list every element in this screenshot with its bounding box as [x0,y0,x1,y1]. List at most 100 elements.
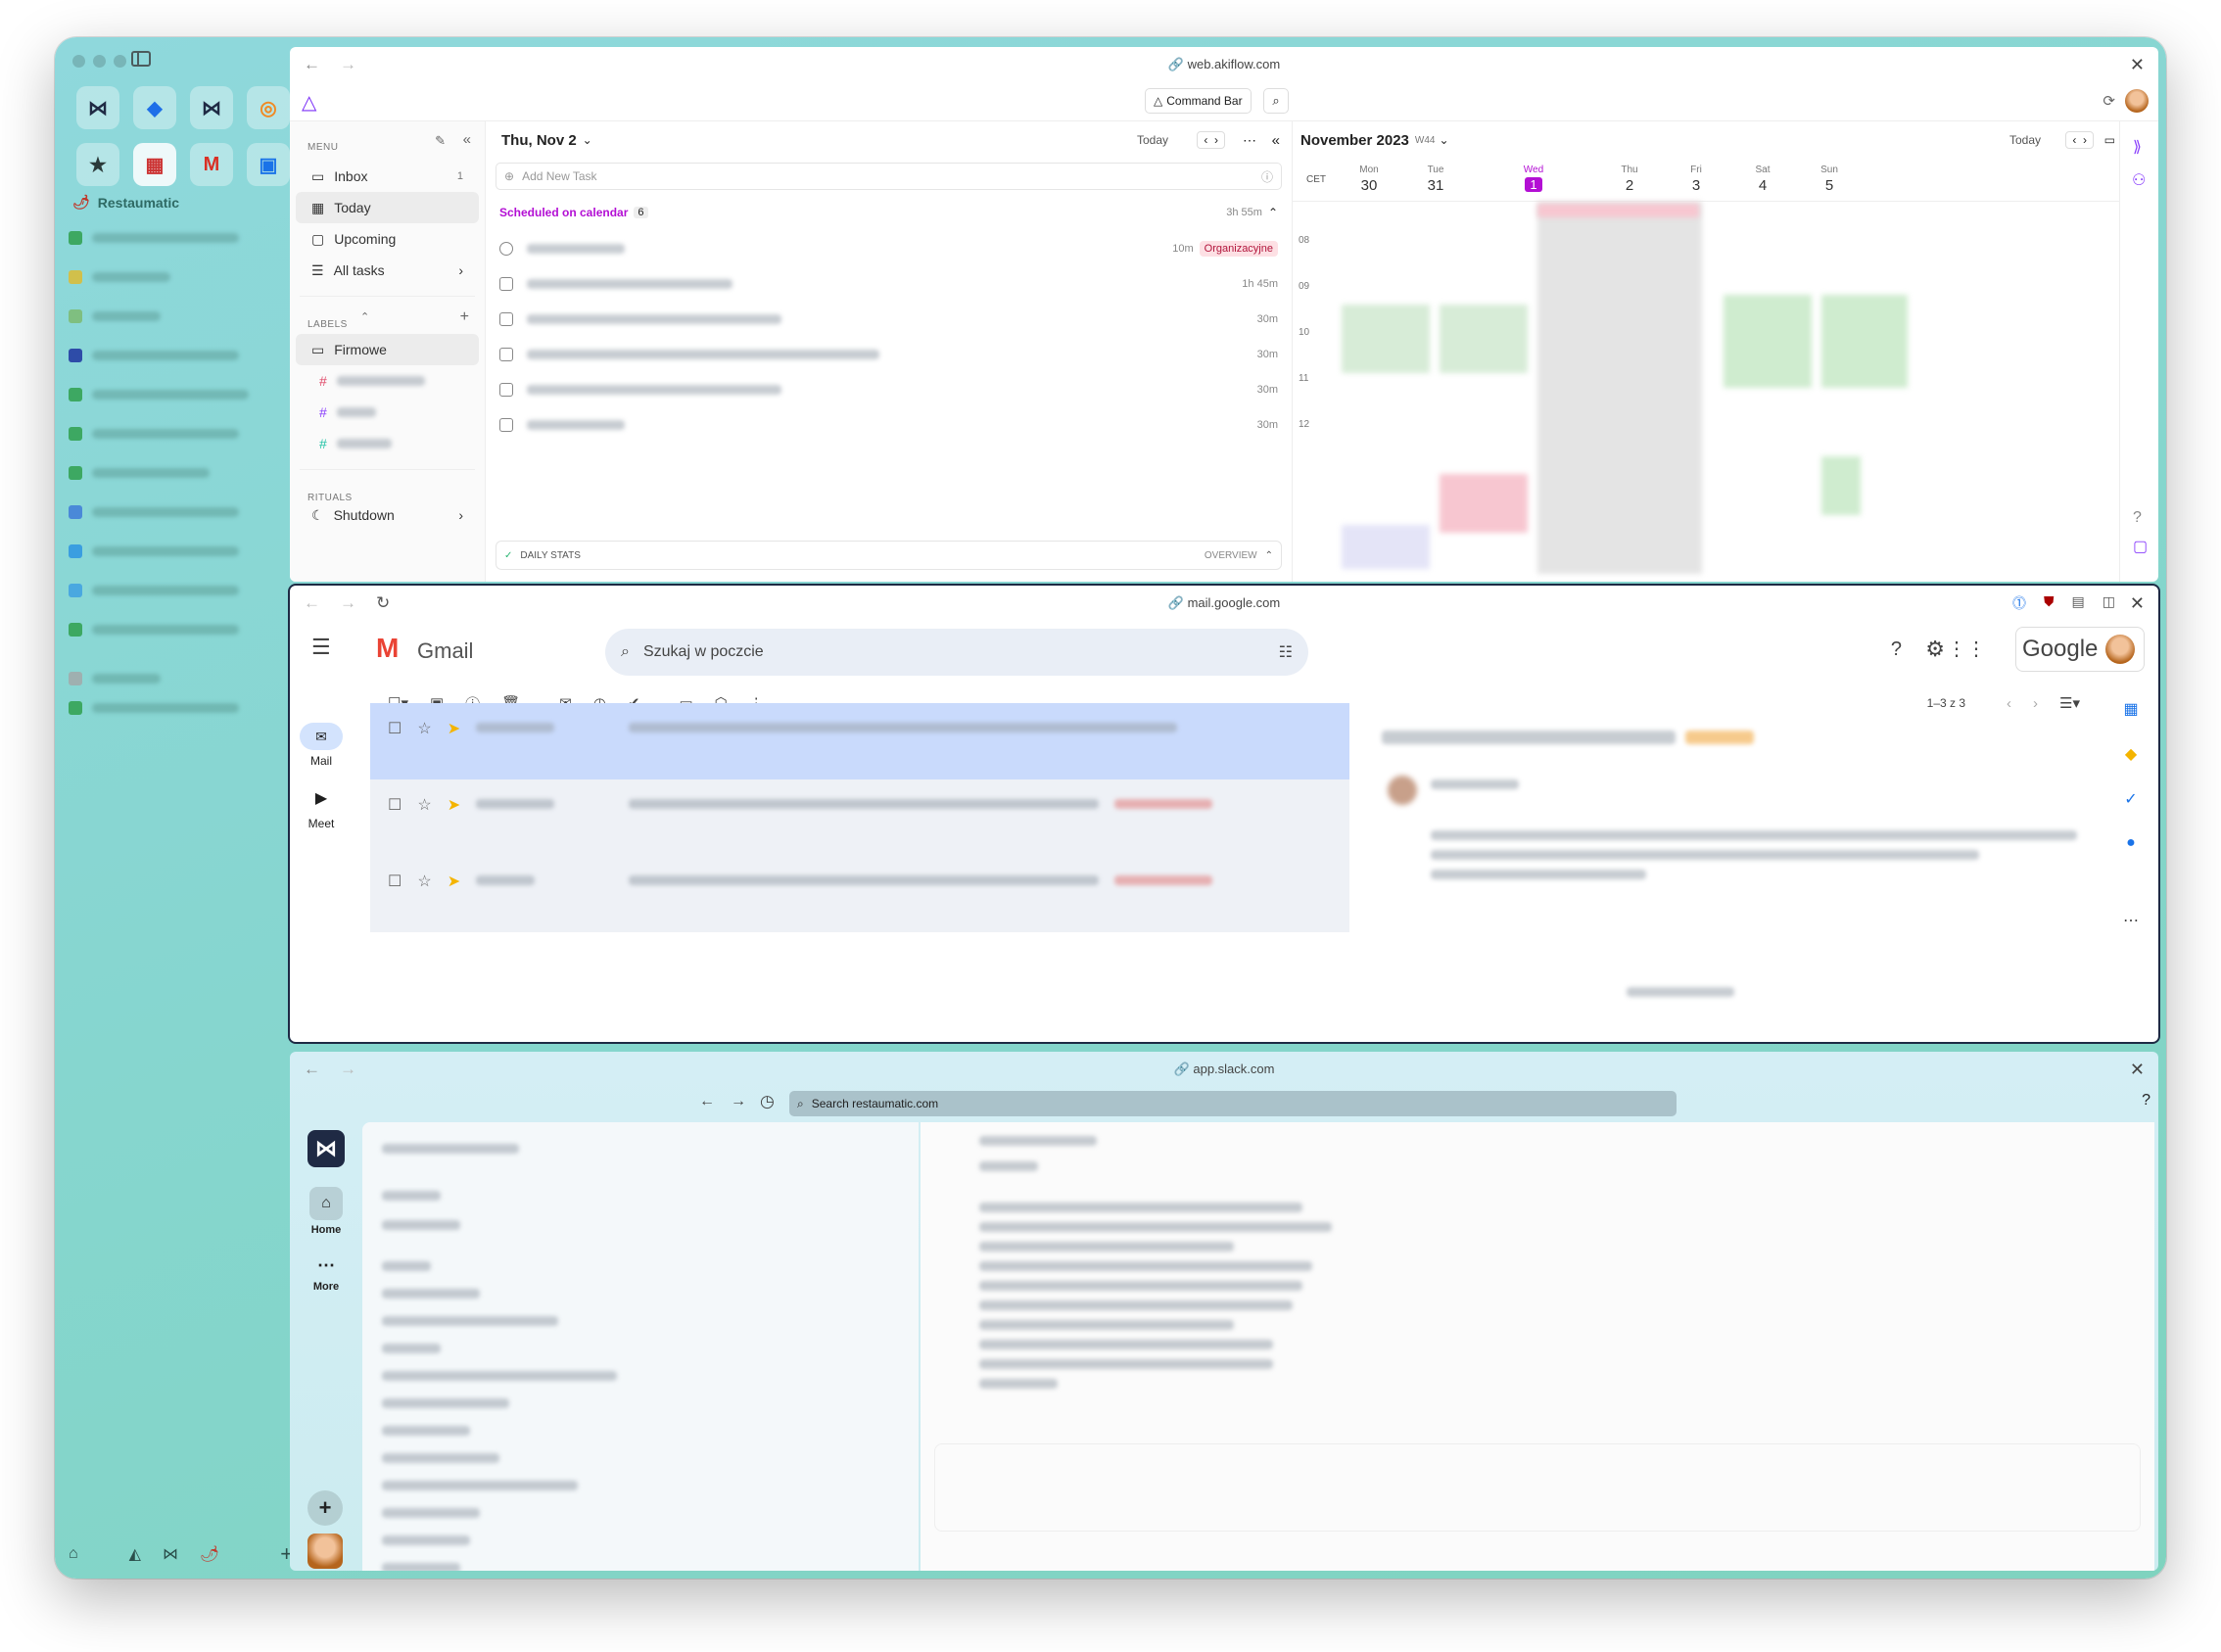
email-row[interactable]: ☐ ☆ ➤ [370,703,1349,779]
ublock-icon[interactable]: ⛊ [2044,593,2055,613]
command-bar-button[interactable]: △ Command Bar [1145,88,1252,114]
app-icon[interactable]: ◎ [247,86,290,129]
task-checkbox[interactable] [499,348,513,361]
integrations-icon[interactable]: ⟫ [2133,137,2142,157]
sidebar-tab[interactable] [69,380,304,409]
channel-item[interactable] [382,1289,480,1298]
bowtie-icon[interactable]: ⋈ [76,86,119,129]
menu-item-inbox[interactable]: ▭ Inbox 1 [296,161,479,192]
sidebar-toggle-icon[interactable] [131,51,151,67]
apps-grid-icon[interactable]: ⋮⋮ [1947,637,1986,661]
rail-more[interactable]: ⋯ More [290,1253,362,1293]
google-account-chip[interactable]: Google [2015,627,2145,672]
bowtie-icon[interactable]: ⋈ [190,86,233,129]
task-row[interactable]: 1h 45m [486,266,1292,302]
task-row[interactable]: 30m [486,372,1292,407]
menu-item-today[interactable]: ▦ Today [296,192,479,223]
message-composer[interactable] [934,1443,2141,1532]
sidebar-tab[interactable] [69,693,304,723]
chevron-down-icon[interactable]: ⌄ [1439,133,1448,147]
history-icon[interactable]: ◷ [760,1092,775,1111]
channel-item[interactable] [382,1316,558,1326]
help-icon[interactable]: ? [1891,638,1902,661]
email-row[interactable]: ☐ ☆ ➤ [370,779,1349,856]
spaces-icon[interactable]: ◭ [129,1544,141,1564]
calendar-grid[interactable]: 08 09 10 11 12 [1293,202,2119,574]
sidebar-tab[interactable] [69,419,304,448]
calendar-day-header[interactable]: Wed 1 [1514,165,1553,192]
task-checkbox[interactable] [499,277,513,291]
more-icon[interactable]: ⋯ [1243,132,1256,149]
group-icon[interactable]: ▦ [133,143,176,186]
channel-item[interactable] [382,1144,519,1154]
chevron-down-icon[interactable]: ⌄ [583,133,592,147]
chili-space-icon[interactable]: 🌶 [200,1544,219,1564]
channel-item[interactable] [382,1220,460,1230]
rail-mail[interactable]: ✉ Mail [298,723,345,768]
history-back-icon[interactable]: ← [699,1093,715,1110]
calendar-day-header[interactable]: Thu 2 [1610,165,1649,194]
split-view-icon[interactable]: ◫ [2103,593,2115,613]
tasks-icon[interactable]: ✓ [2103,789,2158,809]
sidebar-tab[interactable] [69,664,304,693]
channel-item[interactable] [382,1398,509,1408]
close-pane-icon[interactable]: ✕ [2130,1060,2145,1080]
more-icon[interactable]: ⋯ [2103,911,2158,930]
calendar-icon[interactable]: ▣ [247,143,290,186]
archive-icon[interactable]: ⌂ [69,1545,78,1563]
important-icon[interactable]: ➤ [448,872,460,891]
workspace-icon[interactable]: ⋈ [307,1130,345,1167]
important-icon[interactable]: ➤ [448,795,460,815]
window-controls[interactable] [72,55,126,68]
close-pane-icon[interactable]: ✕ [2130,593,2145,614]
channel-item[interactable] [382,1508,480,1518]
today-button[interactable]: Today [1137,133,1168,147]
channel-item[interactable] [382,1191,441,1201]
history-forward-icon[interactable]: → [731,1093,746,1110]
channel-item[interactable] [382,1371,617,1381]
collapse-icon[interactable]: « [463,131,471,148]
calendar-day-header[interactable]: Sun 5 [1810,165,1849,194]
channel-item[interactable] [382,1426,470,1436]
sidebar-tab[interactable] [69,302,304,331]
reader-icon[interactable]: ▤ [2072,593,2085,613]
sync-icon[interactable]: ⟳ [2103,92,2115,110]
task-row[interactable]: 30m [486,407,1292,443]
row-checkbox[interactable]: ☐ [388,795,402,815]
task-checkbox[interactable] [499,242,513,256]
slack-url[interactable]: app.slack.com [1193,1062,1274,1076]
gear-icon[interactable]: ⚙ [1925,637,1945,662]
calendar-today-button[interactable]: Today [2009,133,2041,147]
task-checkbox[interactable] [499,418,513,432]
add-task-input[interactable]: ⊕ Add New Task ⓘ [496,163,1282,190]
label-item[interactable]: # [296,428,479,459]
akiflow-url[interactable]: web.akiflow.com [1188,57,1281,71]
calendar-day-header[interactable]: Tue 31 [1416,165,1455,194]
channel-item[interactable] [382,1535,470,1545]
close-pane-icon[interactable]: ✕ [2130,55,2145,75]
sidebar-tab[interactable] [69,497,304,527]
channel-item[interactable] [382,1453,499,1463]
task-row[interactable]: 30m [486,302,1292,337]
space-header[interactable]: 🌶 Restaumatic [72,194,179,211]
chat-icon[interactable]: ▢ [2133,537,2148,556]
extension-icons[interactable]: ⓵ ⛊ ▤ ◫ [2012,593,2115,613]
bowtie-space-icon[interactable]: ⋈ [163,1544,178,1564]
sidebar-tab[interactable] [69,341,304,370]
label-item[interactable]: # [296,365,479,397]
prev-next-buttons[interactable]: ‹ › [1197,131,1225,149]
slack-search-bar[interactable]: ⌕ Search restaumatic.com [789,1091,1677,1116]
daily-stats-bar[interactable]: ✓ DAILY STATS OVERVIEW ⌃ [496,541,1282,570]
sidebar-tab[interactable] [69,458,304,488]
edit-icon[interactable]: ✎ [435,133,446,149]
filter-icon[interactable]: ☷ [1279,642,1293,662]
task-row[interactable]: 30m [486,337,1292,372]
email-row[interactable]: ☐ ☆ ➤ [370,856,1349,932]
help-icon[interactable]: ? [2133,509,2142,527]
jira-icon[interactable]: ◆ [133,86,176,129]
calendar-day-header[interactable]: Mon 30 [1349,165,1389,194]
sidebar-tab[interactable] [69,223,304,253]
star-icon[interactable]: ★ [76,143,119,186]
channel-item[interactable] [382,1481,578,1490]
search-button[interactable]: ⌕ [1263,88,1289,114]
